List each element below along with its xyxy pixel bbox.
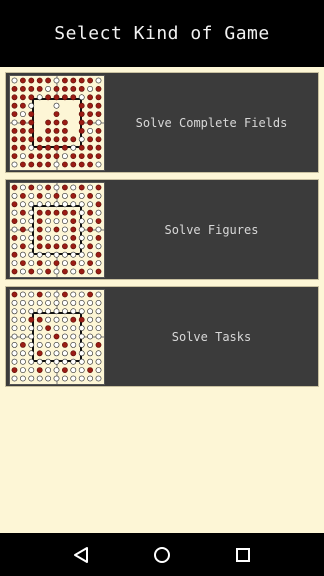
recents-button[interactable]	[229, 541, 257, 569]
home-button[interactable]	[148, 541, 176, 569]
complete-fields-board-icon	[9, 74, 105, 171]
recents-square-icon	[236, 547, 251, 562]
solve-complete-fields-button[interactable]: Solve Complete Fields	[5, 72, 319, 173]
tasks-board-icon	[9, 288, 105, 385]
back-triangle-icon	[73, 546, 88, 563]
solve-tasks-button[interactable]: Solve Tasks	[5, 286, 319, 387]
title-bar: Select Kind of Game	[0, 0, 324, 67]
solve-figures-label: Solve Figures	[164, 222, 259, 237]
home-circle-icon	[153, 546, 170, 563]
solve-complete-fields-label: Solve Complete Fields	[135, 115, 288, 130]
figures-board-icon	[9, 181, 105, 278]
game-kind-list: Solve Complete Fields Solve Figures Solv…	[0, 67, 324, 533]
solve-figures-button[interactable]: Solve Figures	[5, 179, 319, 280]
back-button[interactable]	[67, 541, 95, 569]
solve-tasks-label: Solve Tasks	[171, 329, 252, 344]
page-title: Select Kind of Game	[54, 23, 270, 44]
system-navigation-bar	[0, 533, 324, 576]
